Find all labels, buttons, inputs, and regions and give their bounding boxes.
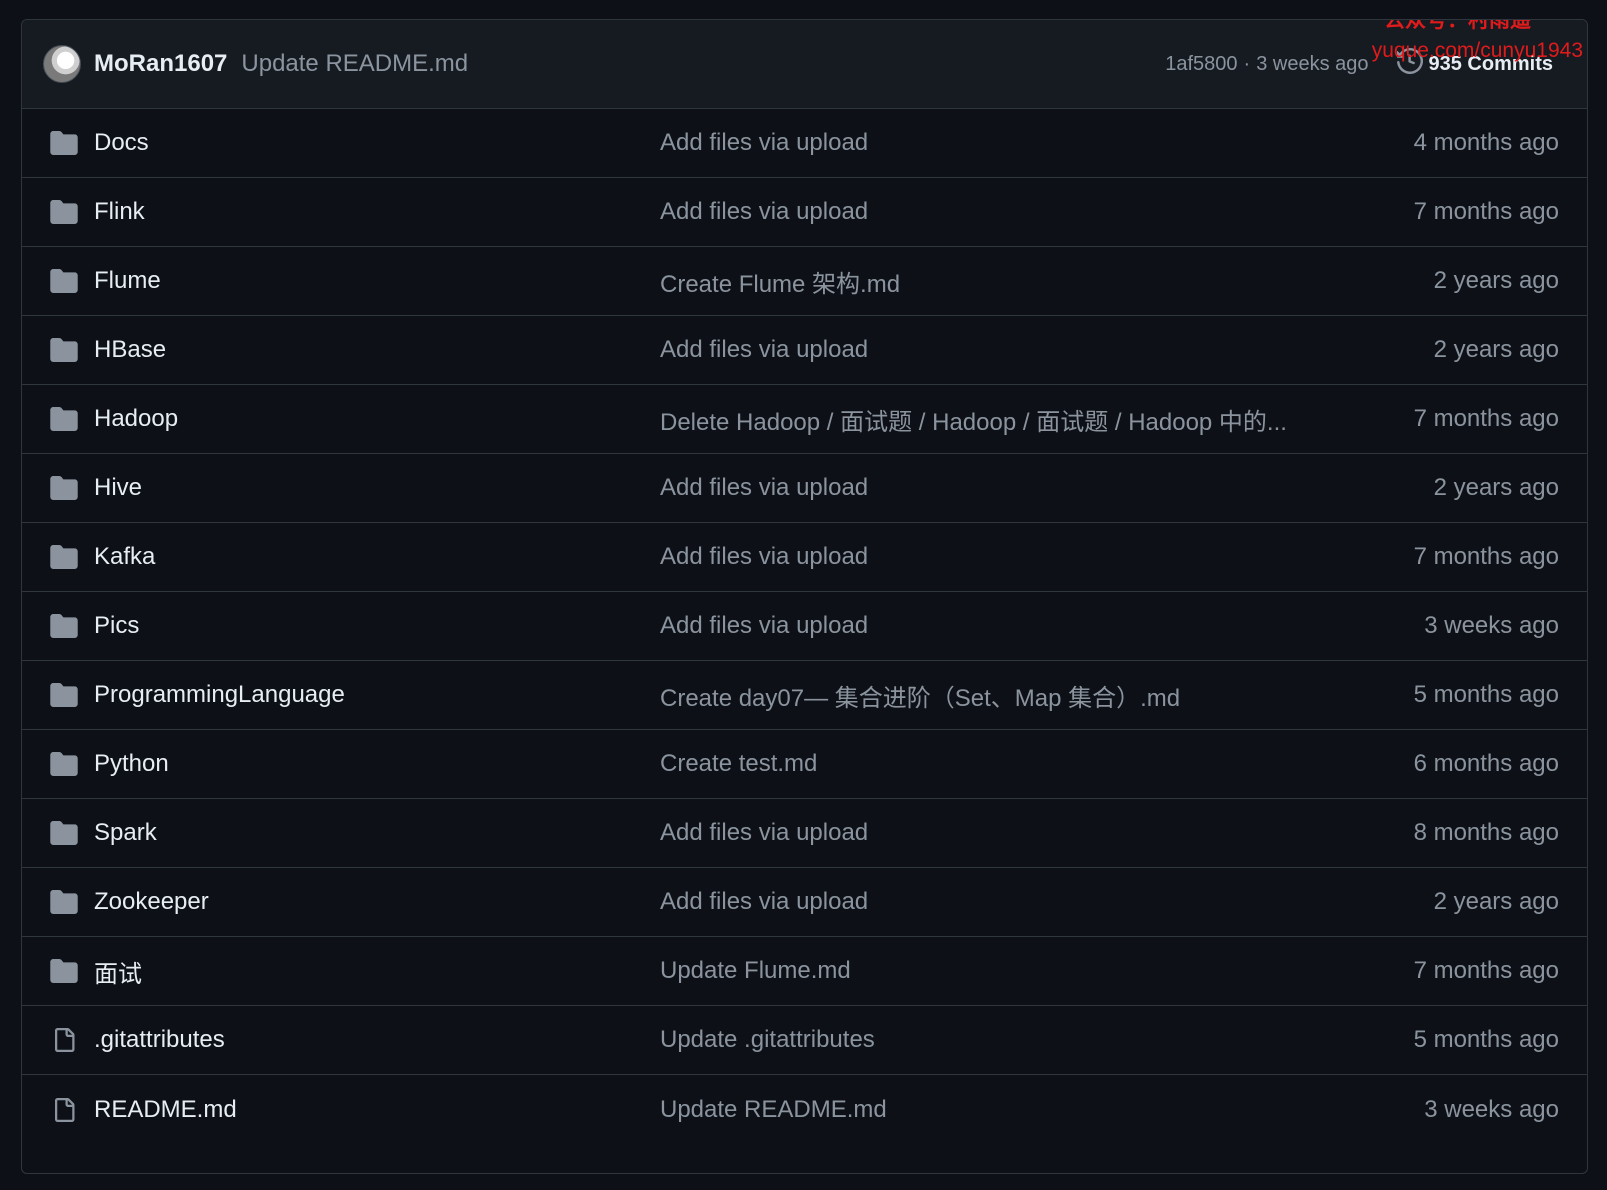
folder-icon [49,818,79,848]
file-commit-age: 8 months ago [1413,819,1559,846]
file-row[interactable]: Hive Add files via upload 2 years ago [22,454,1587,523]
file-commit-age: 7 months ago [1413,957,1559,984]
author-avatar[interactable] [43,45,81,83]
file-commit-age: 5 months ago [1413,681,1559,708]
file-commit-message-link[interactable]: Create day07— 集合进阶（Set、Map 集合）.md [660,678,1180,713]
file-name-link[interactable]: Hive [94,474,644,502]
file-commit-age: 6 months ago [1413,750,1559,777]
folder-icon [49,197,79,227]
file-name-link[interactable]: .gitattributes [94,1026,644,1054]
file-commit-age: 2 years ago [1433,336,1559,363]
file-name-link[interactable]: Python [94,750,644,778]
file-commit-age: 7 months ago [1413,198,1559,225]
file-commit-age: 3 weeks ago [1424,1095,1559,1123]
file-commit-message-link[interactable]: Add files via upload [660,129,868,157]
folder-icon [49,611,79,641]
file-commit-message-link[interactable]: Add files via upload [660,543,868,571]
file-row[interactable]: Python Create test.md 6 months ago [22,730,1587,799]
folder-icon [49,542,79,572]
file-row[interactable]: Docs Add files via upload 4 months ago [22,109,1587,178]
file-commit-message-link[interactable]: Create test.md [660,750,817,778]
latest-commit-bar: MoRan1607 Update README.md 1af5800 · 3 w… [22,20,1587,109]
commit-meta: 1af5800 · 3 weeks ago [1165,53,1368,76]
watermark-line-1: 公众号：村雨遥 [1384,19,1531,32]
file-commit-message-link[interactable]: Create Flume 架构.md [660,264,900,299]
commits-history-link[interactable]: 935 Commits [1396,47,1554,80]
folder-icon [49,749,79,779]
history-icon [1396,47,1423,80]
file-name-link[interactable]: Flume [94,267,644,295]
file-commit-message-link[interactable]: Update .gitattributes [660,1026,875,1054]
commits-count: 935 Commits [1428,52,1554,75]
file-commit-message-link[interactable]: Add files via upload [660,819,868,847]
file-row[interactable]: Zookeeper Add files via upload 2 years ago [22,868,1587,937]
folder-icon [49,887,79,917]
file-name-link[interactable]: Pics [94,612,644,640]
file-name-link[interactable]: Docs [94,129,644,157]
file-commit-message-link[interactable]: Add files via upload [660,474,868,502]
meta-separator: · [1243,52,1251,75]
file-commit-message-link[interactable]: Add files via upload [660,336,868,364]
file-row[interactable]: Spark Add files via upload 8 months ago [22,799,1587,868]
file-name-link[interactable]: ProgrammingLanguage [94,681,644,709]
file-commit-age: 2 years ago [1433,474,1559,501]
file-row[interactable]: Flink Add files via upload 7 months ago [22,178,1587,247]
file-name-link[interactable]: HBase [94,336,644,364]
file-row[interactable]: Hadoop Delete Hadoop / 面试题 / Hadoop / 面试题… [22,385,1587,454]
commit-hash-link[interactable]: 1af5800 [1165,53,1237,76]
file-commit-message-link[interactable]: Update Flume.md [660,957,851,985]
file-icon [49,1095,79,1125]
file-icon [49,1025,79,1055]
file-commit-message-link[interactable]: Delete Hadoop / 面试题 / Hadoop / 面试题 / Had… [660,402,1287,437]
file-commit-age: 7 months ago [1413,543,1559,570]
file-name-link[interactable]: Spark [94,819,644,847]
file-name-link[interactable]: README.md [94,1096,644,1124]
commit-message-link[interactable]: Update README.md [241,50,468,78]
file-commit-message-link[interactable]: Update README.md [660,1096,887,1124]
file-name-link[interactable]: Kafka [94,543,644,571]
file-row[interactable]: Pics Add files via upload 3 weeks ago [22,592,1587,661]
file-list: Docs Add files via upload 4 months ago Flin… [22,109,1587,1144]
file-commit-age: 2 years ago [1433,267,1559,294]
file-row[interactable]: README.md Update README.md 3 weeks ago [22,1075,1587,1144]
folder-icon [49,473,79,503]
commit-author-link[interactable]: MoRan1607 [94,50,227,78]
file-commit-age: 4 months ago [1413,129,1559,156]
file-row[interactable]: HBase Add files via upload 2 years ago [22,316,1587,385]
commit-time: 3 weeks ago [1256,52,1369,75]
file-browser: MoRan1607 Update README.md 1af5800 · 3 w… [21,19,1588,1174]
folder-icon [49,956,79,986]
file-commit-age: 5 months ago [1413,1026,1559,1053]
folder-icon [49,335,79,365]
file-row[interactable]: ProgrammingLanguage Create day07— 集合进阶（Se… [22,661,1587,730]
file-commit-age: 3 weeks ago [1424,612,1559,639]
file-row[interactable]: Flume Create Flume 架构.md 2 years ago [22,247,1587,316]
file-name-link[interactable]: 面试 [94,954,644,989]
folder-icon [49,404,79,434]
file-name-link[interactable]: Hadoop [94,405,644,433]
file-commit-message-link[interactable]: Add files via upload [660,612,868,640]
folder-icon [49,680,79,710]
file-row[interactable]: .gitattributes Update .gitattributes 5 mon… [22,1006,1587,1075]
file-row[interactable]: 面试 Update Flume.md 7 months ago [22,937,1587,1006]
folder-icon [49,128,79,158]
folder-icon [49,266,79,296]
file-name-link[interactable]: Flink [94,198,644,226]
file-commit-message-link[interactable]: Add files via upload [660,888,868,916]
file-name-link[interactable]: Zookeeper [94,888,644,916]
file-commit-age: 2 years ago [1433,888,1559,915]
file-commit-message-link[interactable]: Add files via upload [660,198,868,226]
file-commit-age: 7 months ago [1413,405,1559,432]
file-row[interactable]: Kafka Add files via upload 7 months ago [22,523,1587,592]
